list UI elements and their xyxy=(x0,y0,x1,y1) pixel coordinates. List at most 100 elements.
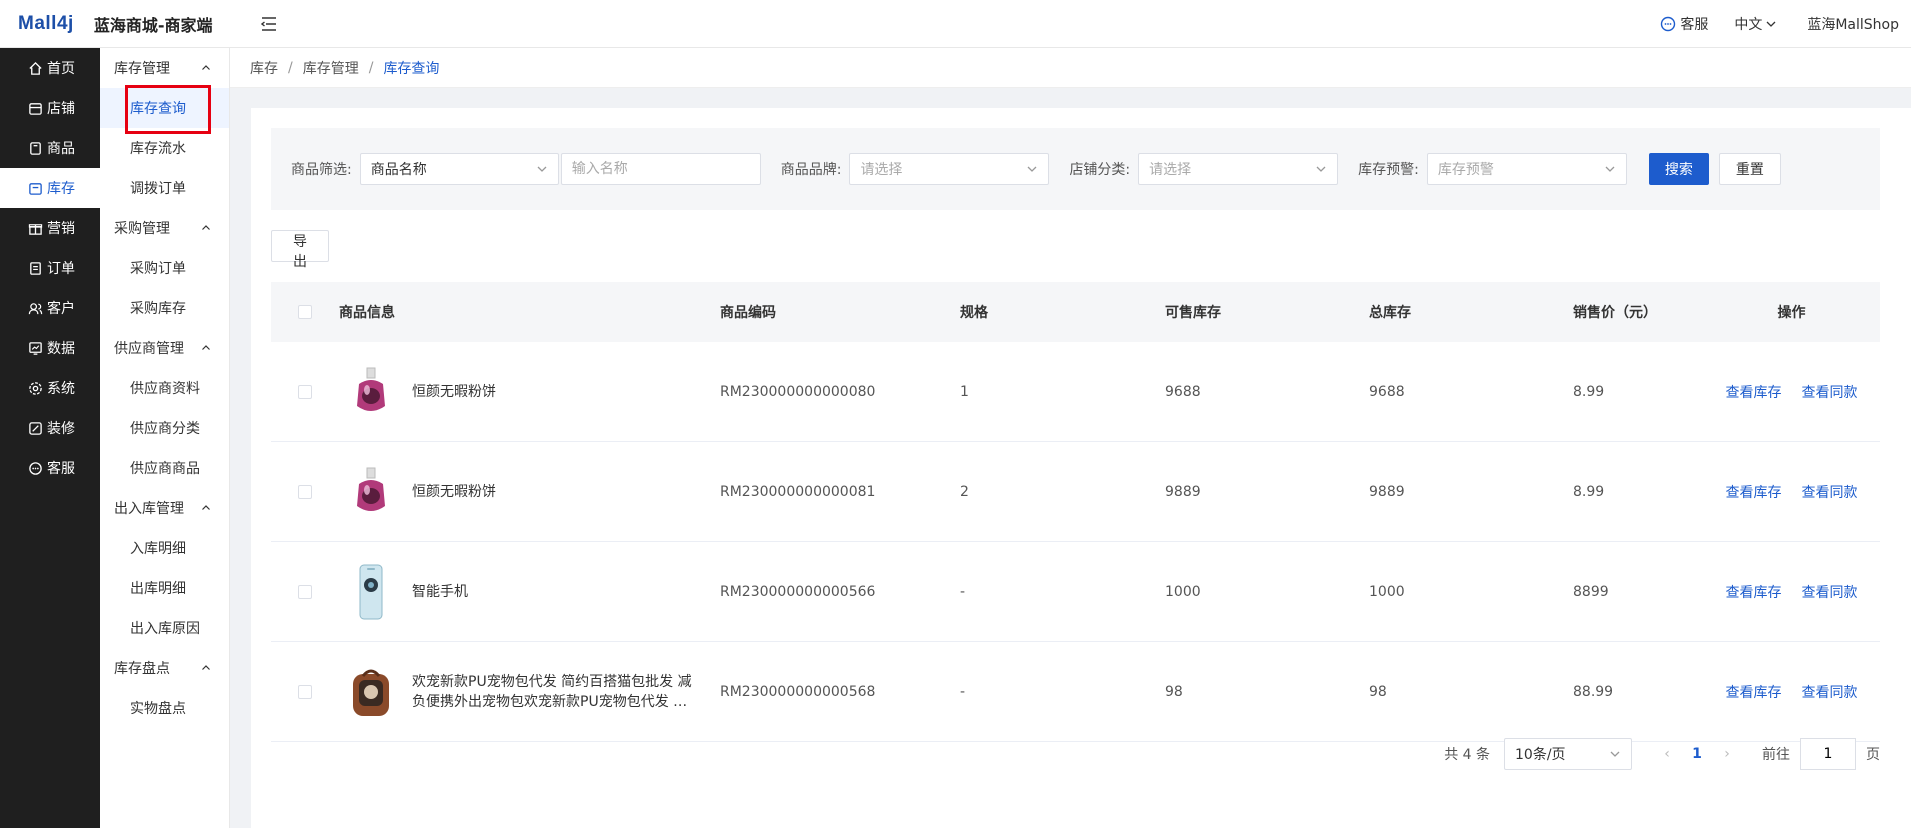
reset-button[interactable]: 重置 xyxy=(1718,153,1781,185)
nav-item-customer[interactable]: 客户 xyxy=(0,288,100,328)
language-label: 中文 xyxy=(1734,16,1763,33)
chevron-down-icon xyxy=(1610,751,1620,757)
next-page-icon[interactable]: › xyxy=(1712,746,1742,762)
subnav-group-purchase[interactable]: 采购管理 xyxy=(100,208,229,248)
language-dropdown[interactable]: 中文 xyxy=(1734,14,1781,34)
order-icon xyxy=(30,261,41,275)
col-header-total: 总库存 xyxy=(1369,305,1411,321)
product-name-input[interactable] xyxy=(560,153,761,185)
product-name: 欢宠新款PU宠物包代发 简约百搭猫包批发 减负便携外出宠物包欢宠新款PU宠物包代… xyxy=(412,673,692,710)
sale-price: 8899 xyxy=(1573,583,1609,600)
nav-label: 订单 xyxy=(47,261,75,277)
product-thumbnail[interactable] xyxy=(347,463,395,521)
row-checkbox[interactable] xyxy=(298,384,312,399)
product-spec: 2 xyxy=(960,483,969,500)
product-name: 恒颜无暇粉饼 xyxy=(412,483,496,500)
subnav-item-inventory-flow[interactable]: 库存流水 xyxy=(100,128,229,168)
product-filter-label: 商品筛选: xyxy=(291,162,352,178)
breadcrumb-item[interactable]: 库存管理 xyxy=(303,58,359,78)
product-code: RM230000000000566 xyxy=(720,583,876,600)
view-same-link[interactable]: 查看同款 xyxy=(1802,582,1858,602)
subnav-group-stocktake[interactable]: 库存盘点 xyxy=(100,648,229,688)
nav-item-system[interactable]: 系统 xyxy=(0,368,100,408)
subnav-item-purchase-stock[interactable]: 采购库存 xyxy=(100,288,229,328)
product-thumbnail[interactable] xyxy=(347,563,395,621)
row-checkbox[interactable] xyxy=(298,684,312,699)
row-checkbox[interactable] xyxy=(298,584,312,599)
subnav-group-inventory[interactable]: 库存管理 xyxy=(100,48,229,88)
export-button[interactable]: 导出 xyxy=(271,230,329,270)
logo[interactable]: Mall4j xyxy=(18,13,74,35)
sellable-stock: 98 xyxy=(1165,683,1183,700)
goto-label: 前往 xyxy=(1762,747,1790,763)
subnav-item-supplier-info[interactable]: 供应商资料 xyxy=(100,368,229,408)
category-label: 店铺分类: xyxy=(1069,162,1131,178)
view-same-link[interactable]: 查看同款 xyxy=(1802,682,1858,702)
product-spec: 1 xyxy=(960,383,969,400)
product-code: RM230000000000080 xyxy=(720,383,876,400)
view-stock-link[interactable]: 查看库存 xyxy=(1726,682,1782,702)
chevron-down-icon xyxy=(1605,166,1615,172)
subnav-group-in-out[interactable]: 出入库管理 xyxy=(100,488,229,528)
subnav-item-physical-count[interactable]: 实物盘点 xyxy=(100,688,229,728)
view-same-link[interactable]: 查看同款 xyxy=(1802,482,1858,502)
chevron-down-icon xyxy=(1316,166,1326,172)
nav-item-inventory[interactable]: 库存 xyxy=(0,168,100,208)
settings-icon xyxy=(29,381,42,395)
breadcrumb-item[interactable]: 库存 xyxy=(250,58,278,78)
subnav-group-supplier[interactable]: 供应商管理 xyxy=(100,328,229,368)
subnav-group-label: 采购管理 xyxy=(114,221,170,237)
view-stock-link[interactable]: 查看库存 xyxy=(1726,382,1782,402)
nav-item-decorate[interactable]: 装修 xyxy=(0,408,100,448)
nav-item-marketing[interactable]: 营销 xyxy=(0,208,100,248)
page-number-current[interactable]: 1 xyxy=(1682,746,1712,762)
col-header-info: 商品信息 xyxy=(339,305,395,321)
brand-label: 商品品牌: xyxy=(780,162,842,178)
customer-icon xyxy=(28,302,43,314)
menu-fold-icon[interactable] xyxy=(258,13,280,35)
prev-page-icon[interactable]: ‹ xyxy=(1652,746,1682,762)
subnav-item-inbound-detail[interactable]: 入库明细 xyxy=(100,528,229,568)
search-button[interactable]: 搜索 xyxy=(1648,153,1709,185)
row-checkbox[interactable] xyxy=(298,484,312,499)
nav-item-shop[interactable]: 店铺 xyxy=(0,88,100,128)
nav-label: 商品 xyxy=(47,141,75,157)
chevron-down-icon xyxy=(537,166,547,172)
nav-item-data[interactable]: 数据 xyxy=(0,328,100,368)
subnav-item-supplier-category[interactable]: 供应商分类 xyxy=(100,408,229,448)
nav-item-home[interactable]: 首页 xyxy=(0,48,100,88)
product-thumbnail[interactable] xyxy=(347,663,395,721)
subnav-item-outbound-detail[interactable]: 出库明细 xyxy=(100,568,229,608)
col-header-spec: 规格 xyxy=(960,305,988,321)
subnav-item-in-out-reason[interactable]: 出入库原因 xyxy=(100,608,229,648)
warning-select[interactable]: 库存预警 xyxy=(1426,153,1627,185)
brand-placeholder: 请选择 xyxy=(860,162,903,178)
select-all-checkbox[interactable] xyxy=(298,305,312,319)
secondary-sidebar: 库存管理 库存查询 库存流水 调拨订单 采购管理 采购订单 采购库存 供应商管理… xyxy=(100,48,230,828)
subnav-item-inventory-query[interactable]: 库存查询 xyxy=(100,88,229,128)
view-stock-link[interactable]: 查看库存 xyxy=(1726,482,1782,502)
nav-label: 客服 xyxy=(47,461,75,477)
col-header-actions: 操作 xyxy=(1777,305,1806,321)
goto-page-input[interactable] xyxy=(1800,738,1856,770)
view-same-link[interactable]: 查看同款 xyxy=(1802,382,1858,402)
nav-item-service[interactable]: 客服 xyxy=(0,448,100,488)
main-card: 商品筛选: 商品名称 商品品牌: 请选择 店铺分类: 请选择 库存预警: 库存预… xyxy=(251,108,1911,828)
breadcrumb: 库存 / 库存管理 / 库存查询 xyxy=(230,48,1911,88)
subnav-item-transfer-order[interactable]: 调拨订单 xyxy=(100,168,229,208)
product-thumbnail[interactable] xyxy=(347,363,395,421)
nav-item-order[interactable]: 订单 xyxy=(0,248,100,288)
view-stock-link[interactable]: 查看库存 xyxy=(1726,582,1782,602)
shop-account[interactable]: 蓝海MallShop xyxy=(1807,14,1899,34)
customer-service-button[interactable]: 客服 xyxy=(1660,14,1708,34)
product-filter-select[interactable]: 商品名称 xyxy=(359,153,559,185)
category-select[interactable]: 请选择 xyxy=(1138,153,1339,185)
page-size-select[interactable]: 10条/页 xyxy=(1504,738,1632,770)
subnav-group-label: 库存管理 xyxy=(114,61,170,77)
nav-item-product[interactable]: 商品 xyxy=(0,128,100,168)
subnav-item-purchase-order[interactable]: 采购订单 xyxy=(100,248,229,288)
page-size-value: 10条/页 xyxy=(1515,747,1566,763)
shop-name: 蓝海MallShop xyxy=(1807,16,1899,33)
brand-select[interactable]: 请选择 xyxy=(849,153,1050,185)
subnav-item-supplier-product[interactable]: 供应商商品 xyxy=(100,448,229,488)
